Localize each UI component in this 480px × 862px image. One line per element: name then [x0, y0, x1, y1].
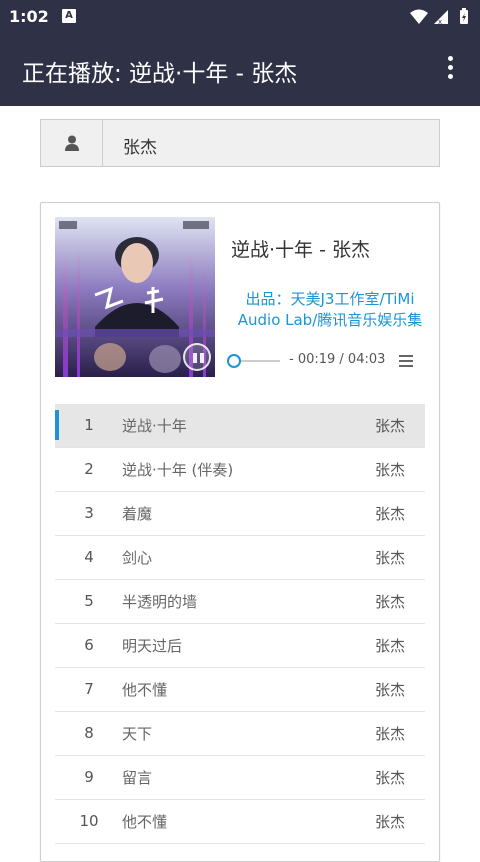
track-row[interactable]: 1 逆战·十年 张杰: [55, 404, 425, 448]
track-number: 8: [84, 724, 94, 742]
track-title: 天下: [122, 725, 153, 743]
wifi-signal-battery-icon: x: [410, 8, 468, 26]
svg-text:x: x: [438, 18, 442, 26]
track-number: 5: [84, 592, 94, 610]
overflow-menu-icon[interactable]: [440, 56, 460, 84]
track-artist: 张杰: [374, 769, 405, 787]
track-number: 6: [84, 636, 94, 654]
notification-icon: A: [62, 9, 76, 23]
track-artist: 张杰: [374, 725, 405, 743]
track-number: 10: [79, 812, 99, 830]
album-cover: [55, 217, 215, 377]
search-bar: 张杰: [40, 119, 440, 167]
now-playing-card: 逆战·十年 - 张杰 出品：天美J3工作室/TiMi Audio Lab/腾讯音…: [40, 202, 440, 862]
playback-progress: - 00:19 / 04:03: [227, 352, 432, 372]
track-artist: 张杰: [374, 461, 405, 479]
track-row[interactable]: 9 留言 张杰: [55, 756, 425, 800]
progress-track[interactable]: [235, 360, 280, 362]
track-number: 7: [84, 680, 94, 698]
track-title: 半透明的墙: [122, 593, 198, 611]
track-list: 1 逆战·十年 张杰 2 逆战·十年 (伴奏) 张杰 3 着魔 张杰 4 剑心 张杰 5 半透明的墙 张杰 6…: [55, 404, 425, 844]
track-title: 逆战·十年: [122, 417, 187, 435]
page-title: 正在播放: 逆战·十年 - 张杰: [22, 61, 298, 87]
track-artist: 张杰: [374, 637, 405, 655]
track-title: 剑心: [122, 549, 153, 567]
pause-icon[interactable]: [183, 343, 211, 371]
search-input[interactable]: 张杰: [123, 133, 157, 158]
track-artist: 张杰: [374, 549, 405, 567]
track-artist: 张杰: [374, 593, 405, 611]
track-title: 他不懂: [122, 813, 168, 831]
status-time: 1:02: [9, 7, 49, 26]
track-number: 9: [84, 768, 94, 786]
track-number: 3: [84, 504, 94, 522]
track-artist: 张杰: [374, 681, 405, 699]
producer-info: 出品：天美J3工作室/TiMi Audio Lab/腾讯音乐娱乐集: [225, 289, 435, 331]
track-row[interactable]: 2 逆战·十年 (伴奏) 张杰: [55, 448, 425, 492]
song-title: 逆战·十年 - 张杰: [231, 239, 370, 261]
track-artist: 张杰: [374, 417, 405, 435]
track-title: 逆战·十年 (伴奏): [122, 461, 234, 479]
track-artist: 张杰: [374, 505, 405, 523]
track-title: 他不懂: [122, 681, 168, 699]
track-row[interactable]: 6 明天过后 张杰: [55, 624, 425, 668]
time-display: - 00:19 / 04:03: [289, 352, 386, 367]
track-row[interactable]: 4 剑心 张杰: [55, 536, 425, 580]
track-title: 留言: [122, 769, 153, 787]
track-row[interactable]: 3 着魔 张杰: [55, 492, 425, 536]
playlist-menu-icon[interactable]: [399, 355, 413, 370]
track-title: 明天过后: [122, 637, 183, 655]
progress-slider-knob[interactable]: [227, 354, 241, 368]
user-icon: [65, 135, 79, 151]
track-row[interactable]: 10 他不懂 张杰: [55, 800, 425, 844]
track-title: 着魔: [122, 505, 153, 523]
track-artist: 张杰: [374, 813, 405, 831]
status-icons: x: [408, 7, 472, 27]
track-row[interactable]: 8 天下 张杰: [55, 712, 425, 756]
track-number: 4: [84, 548, 94, 566]
producer-line-1: 出品：天美J3工作室/TiMi: [245, 290, 415, 308]
user-icon-box: [41, 120, 103, 166]
track-number: 2: [84, 460, 94, 478]
track-row[interactable]: 7 他不懂 张杰: [55, 668, 425, 712]
track-number: 1: [84, 416, 94, 434]
status-bar: 1:02 A x: [0, 0, 480, 34]
app-bar: 正在播放: 逆战·十年 - 张杰: [0, 34, 480, 106]
track-row[interactable]: 5 半透明的墙 张杰: [55, 580, 425, 624]
producer-line-2: Audio Lab/腾讯音乐娱乐集: [237, 311, 423, 329]
